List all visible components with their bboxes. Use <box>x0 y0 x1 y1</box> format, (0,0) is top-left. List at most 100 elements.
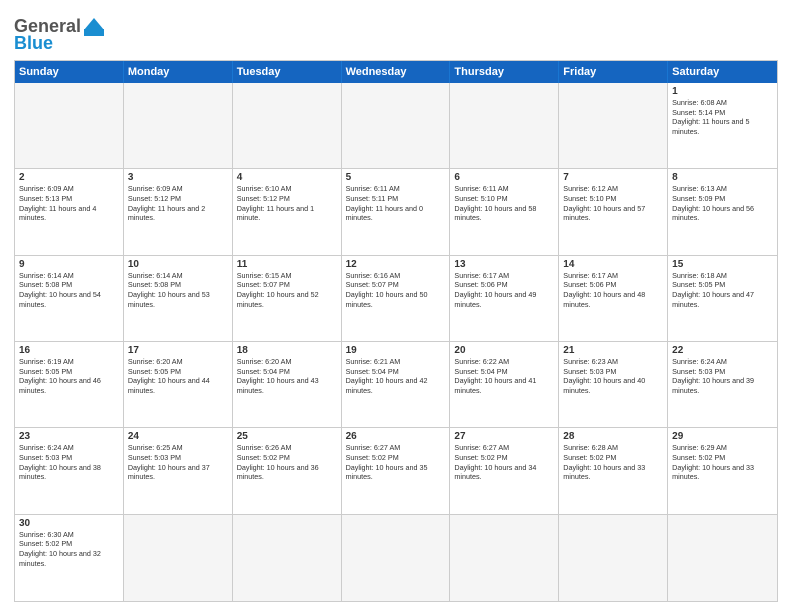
cell-day-number: 16 <box>19 345 119 356</box>
cell-day-number: 23 <box>19 431 119 442</box>
day-headers: SundayMondayTuesdayWednesdayThursdayFrid… <box>15 61 777 83</box>
cell-day-number: 15 <box>672 259 773 270</box>
cell-day-number: 2 <box>19 172 119 183</box>
cell-info: Sunrise: 6:26 AM Sunset: 5:02 PM Dayligh… <box>237 443 337 482</box>
calendar-cell: 4Sunrise: 6:10 AM Sunset: 5:12 PM Daylig… <box>233 169 342 255</box>
calendar-cell: 2Sunrise: 6:09 AM Sunset: 5:13 PM Daylig… <box>15 169 124 255</box>
cell-day-number: 22 <box>672 345 773 356</box>
logo: General Blue <box>14 12 104 54</box>
cell-info: Sunrise: 6:10 AM Sunset: 5:12 PM Dayligh… <box>237 184 337 223</box>
calendar-cell: 26Sunrise: 6:27 AM Sunset: 5:02 PM Dayli… <box>342 428 451 514</box>
calendar-cell <box>15 83 124 169</box>
cell-info: Sunrise: 6:29 AM Sunset: 5:02 PM Dayligh… <box>672 443 773 482</box>
cell-day-number: 10 <box>128 259 228 270</box>
calendar-cell <box>124 83 233 169</box>
cell-day-number: 19 <box>346 345 446 356</box>
cell-info: Sunrise: 6:15 AM Sunset: 5:07 PM Dayligh… <box>237 271 337 310</box>
cell-info: Sunrise: 6:16 AM Sunset: 5:07 PM Dayligh… <box>346 271 446 310</box>
cell-day-number: 11 <box>237 259 337 270</box>
cell-info: Sunrise: 6:23 AM Sunset: 5:03 PM Dayligh… <box>563 357 663 396</box>
cell-info: Sunrise: 6:17 AM Sunset: 5:06 PM Dayligh… <box>563 271 663 310</box>
calendar-cell: 19Sunrise: 6:21 AM Sunset: 5:04 PM Dayli… <box>342 342 451 428</box>
calendar-cell <box>450 515 559 601</box>
calendar-cell: 8Sunrise: 6:13 AM Sunset: 5:09 PM Daylig… <box>668 169 777 255</box>
calendar-cell: 7Sunrise: 6:12 AM Sunset: 5:10 PM Daylig… <box>559 169 668 255</box>
calendar-cell <box>342 83 451 169</box>
cell-info: Sunrise: 6:11 AM Sunset: 5:10 PM Dayligh… <box>454 184 554 223</box>
calendar-cell: 25Sunrise: 6:26 AM Sunset: 5:02 PM Dayli… <box>233 428 342 514</box>
calendar-cell: 23Sunrise: 6:24 AM Sunset: 5:03 PM Dayli… <box>15 428 124 514</box>
calendar-cell: 1Sunrise: 6:08 AM Sunset: 5:14 PM Daylig… <box>668 83 777 169</box>
calendar-cell: 21Sunrise: 6:23 AM Sunset: 5:03 PM Dayli… <box>559 342 668 428</box>
calendar-cell <box>559 83 668 169</box>
calendar-cell: 10Sunrise: 6:14 AM Sunset: 5:08 PM Dayli… <box>124 256 233 342</box>
cell-day-number: 13 <box>454 259 554 270</box>
calendar-cell: 15Sunrise: 6:18 AM Sunset: 5:05 PM Dayli… <box>668 256 777 342</box>
cell-info: Sunrise: 6:18 AM Sunset: 5:05 PM Dayligh… <box>672 271 773 310</box>
cell-day-number: 9 <box>19 259 119 270</box>
day-header-thursday: Thursday <box>450 61 559 83</box>
calendar-cell: 20Sunrise: 6:22 AM Sunset: 5:04 PM Dayli… <box>450 342 559 428</box>
day-header-sunday: Sunday <box>15 61 124 83</box>
cell-day-number: 17 <box>128 345 228 356</box>
cell-day-number: 6 <box>454 172 554 183</box>
calendar-cell: 29Sunrise: 6:29 AM Sunset: 5:02 PM Dayli… <box>668 428 777 514</box>
calendar-cell: 18Sunrise: 6:20 AM Sunset: 5:04 PM Dayli… <box>233 342 342 428</box>
cell-day-number: 7 <box>563 172 663 183</box>
cell-day-number: 20 <box>454 345 554 356</box>
cell-info: Sunrise: 6:19 AM Sunset: 5:05 PM Dayligh… <box>19 357 119 396</box>
calendar-cell <box>559 515 668 601</box>
cell-day-number: 28 <box>563 431 663 442</box>
calendar-cell: 22Sunrise: 6:24 AM Sunset: 5:03 PM Dayli… <box>668 342 777 428</box>
cell-info: Sunrise: 6:09 AM Sunset: 5:12 PM Dayligh… <box>128 184 228 223</box>
cell-day-number: 24 <box>128 431 228 442</box>
cell-day-number: 29 <box>672 431 773 442</box>
calendar-cell: 12Sunrise: 6:16 AM Sunset: 5:07 PM Dayli… <box>342 256 451 342</box>
calendar-cell <box>450 83 559 169</box>
cell-day-number: 12 <box>346 259 446 270</box>
cell-info: Sunrise: 6:30 AM Sunset: 5:02 PM Dayligh… <box>19 530 119 569</box>
calendar-cell: 5Sunrise: 6:11 AM Sunset: 5:11 PM Daylig… <box>342 169 451 255</box>
day-header-wednesday: Wednesday <box>342 61 451 83</box>
calendar-cell <box>342 515 451 601</box>
cell-day-number: 1 <box>672 86 773 97</box>
cell-day-number: 3 <box>128 172 228 183</box>
header: General Blue <box>14 12 778 54</box>
calendar-cell: 13Sunrise: 6:17 AM Sunset: 5:06 PM Dayli… <box>450 256 559 342</box>
calendar: SundayMondayTuesdayWednesdayThursdayFrid… <box>14 60 778 602</box>
cell-info: Sunrise: 6:25 AM Sunset: 5:03 PM Dayligh… <box>128 443 228 482</box>
cell-day-number: 4 <box>237 172 337 183</box>
cell-info: Sunrise: 6:17 AM Sunset: 5:06 PM Dayligh… <box>454 271 554 310</box>
cell-day-number: 14 <box>563 259 663 270</box>
calendar-cell: 24Sunrise: 6:25 AM Sunset: 5:03 PM Dayli… <box>124 428 233 514</box>
calendar-cell: 28Sunrise: 6:28 AM Sunset: 5:02 PM Dayli… <box>559 428 668 514</box>
cell-info: Sunrise: 6:14 AM Sunset: 5:08 PM Dayligh… <box>128 271 228 310</box>
cell-info: Sunrise: 6:14 AM Sunset: 5:08 PM Dayligh… <box>19 271 119 310</box>
cell-day-number: 18 <box>237 345 337 356</box>
calendar-cell: 16Sunrise: 6:19 AM Sunset: 5:05 PM Dayli… <box>15 342 124 428</box>
cell-day-number: 8 <box>672 172 773 183</box>
cell-info: Sunrise: 6:24 AM Sunset: 5:03 PM Dayligh… <box>672 357 773 396</box>
cell-info: Sunrise: 6:12 AM Sunset: 5:10 PM Dayligh… <box>563 184 663 223</box>
cell-day-number: 27 <box>454 431 554 442</box>
day-header-tuesday: Tuesday <box>233 61 342 83</box>
calendar-cell: 17Sunrise: 6:20 AM Sunset: 5:05 PM Dayli… <box>124 342 233 428</box>
cell-info: Sunrise: 6:13 AM Sunset: 5:09 PM Dayligh… <box>672 184 773 223</box>
calendar-grid: 1Sunrise: 6:08 AM Sunset: 5:14 PM Daylig… <box>15 83 777 601</box>
calendar-cell: 11Sunrise: 6:15 AM Sunset: 5:07 PM Dayli… <box>233 256 342 342</box>
cell-info: Sunrise: 6:27 AM Sunset: 5:02 PM Dayligh… <box>454 443 554 482</box>
cell-info: Sunrise: 6:20 AM Sunset: 5:04 PM Dayligh… <box>237 357 337 396</box>
day-header-monday: Monday <box>124 61 233 83</box>
cell-info: Sunrise: 6:22 AM Sunset: 5:04 PM Dayligh… <box>454 357 554 396</box>
cell-day-number: 5 <box>346 172 446 183</box>
day-header-friday: Friday <box>559 61 668 83</box>
cell-info: Sunrise: 6:27 AM Sunset: 5:02 PM Dayligh… <box>346 443 446 482</box>
calendar-cell: 3Sunrise: 6:09 AM Sunset: 5:12 PM Daylig… <box>124 169 233 255</box>
cell-day-number: 26 <box>346 431 446 442</box>
cell-info: Sunrise: 6:20 AM Sunset: 5:05 PM Dayligh… <box>128 357 228 396</box>
calendar-cell <box>124 515 233 601</box>
calendar-cell: 30Sunrise: 6:30 AM Sunset: 5:02 PM Dayli… <box>15 515 124 601</box>
cell-day-number: 21 <box>563 345 663 356</box>
calendar-cell: 9Sunrise: 6:14 AM Sunset: 5:08 PM Daylig… <box>15 256 124 342</box>
cell-day-number: 30 <box>19 518 119 529</box>
